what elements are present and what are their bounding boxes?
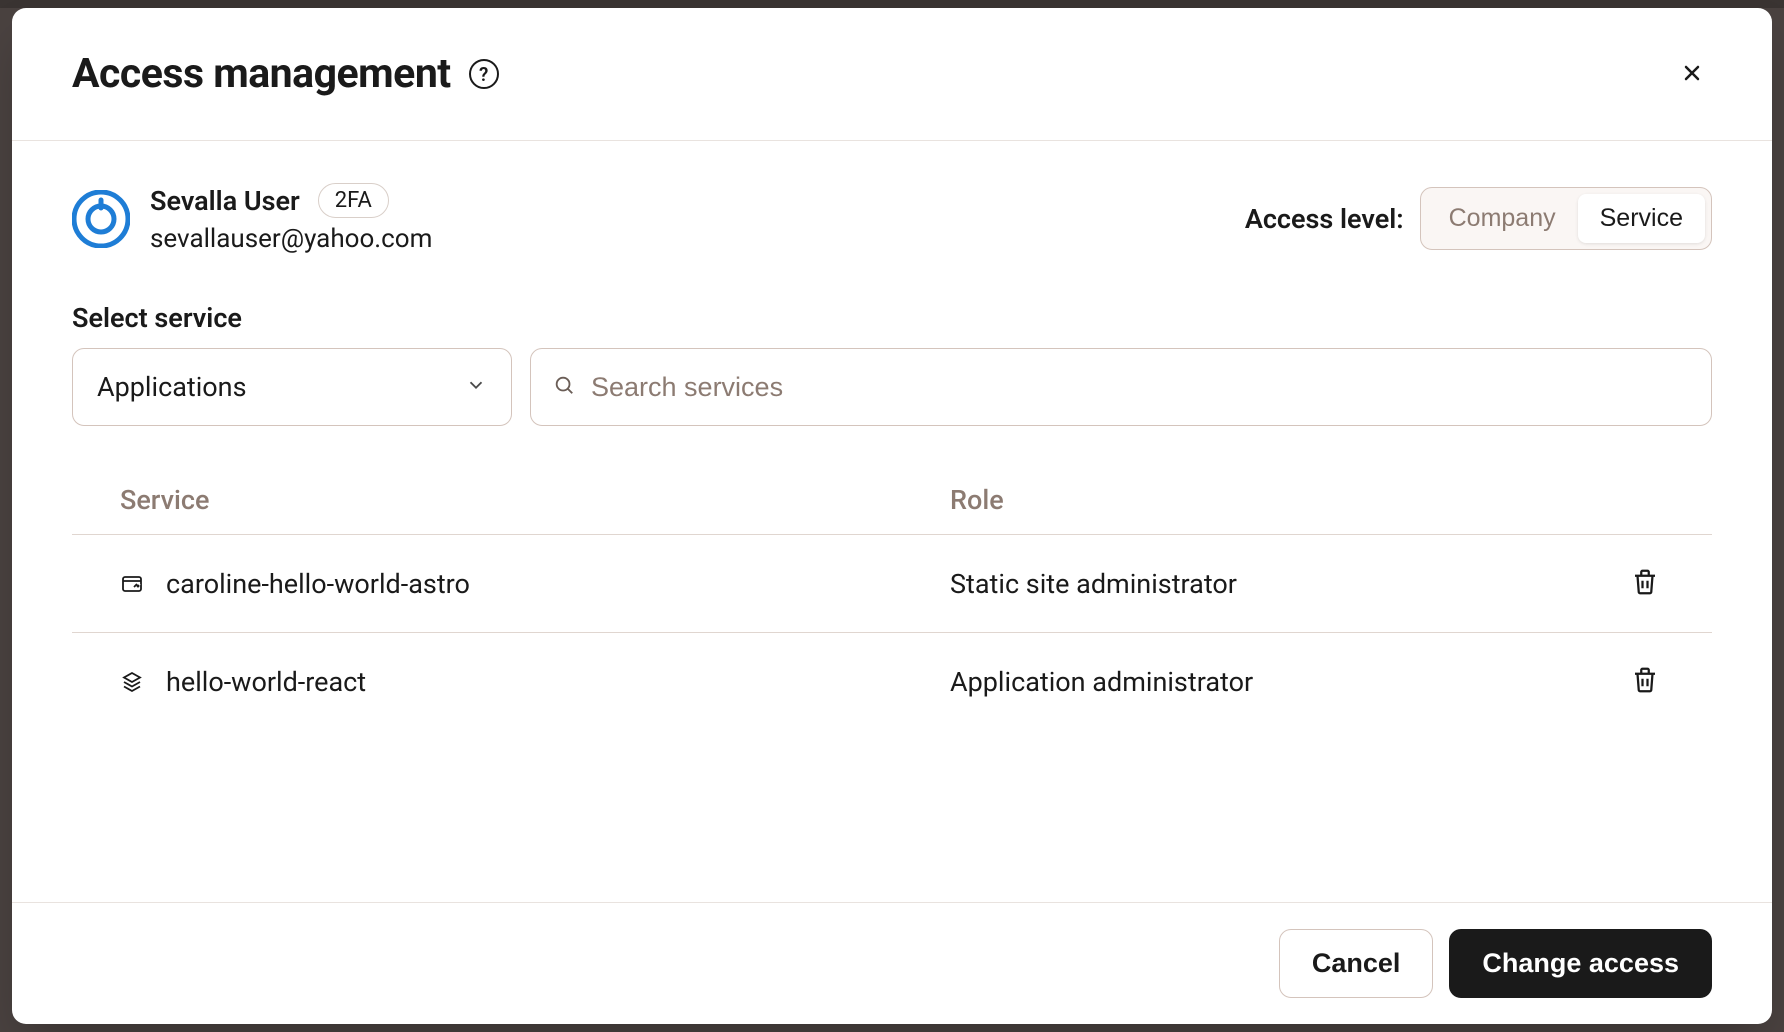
modal-footer: Cancel Change access	[12, 902, 1772, 1024]
service-name: hello-world-react	[166, 666, 366, 698]
search-container	[530, 348, 1712, 426]
dropdown-value: Applications	[97, 371, 247, 403]
role-text: Application administrator	[950, 666, 1253, 698]
th-service: Service	[120, 484, 950, 516]
user-email: sevallauser@yahoo.com	[150, 224, 432, 254]
chevron-down-icon	[465, 374, 487, 400]
badge-2fa: 2FA	[318, 183, 389, 218]
application-icon	[120, 670, 144, 694]
avatar	[72, 190, 130, 248]
cancel-button[interactable]: Cancel	[1279, 929, 1434, 998]
table-header: Service Role	[72, 466, 1712, 535]
role-text: Static site administrator	[950, 568, 1237, 600]
toggle-company[interactable]: Company	[1427, 194, 1578, 243]
search-input[interactable]	[591, 372, 1689, 403]
trash-icon	[1630, 683, 1660, 698]
modal-title: Access management	[72, 50, 451, 98]
modal-body: Sevalla User 2FA sevallauser@yahoo.com A…	[12, 141, 1772, 902]
th-role: Role	[950, 484, 1604, 516]
user-name: Sevalla User	[150, 185, 300, 217]
service-type-dropdown[interactable]: Applications	[72, 348, 512, 426]
table-row: caroline-hello-world-astro Static site a…	[72, 535, 1712, 633]
user-row: Sevalla User 2FA sevallauser@yahoo.com A…	[72, 183, 1712, 254]
toggle-service[interactable]: Service	[1578, 194, 1705, 243]
modal-header: Access management ?	[12, 8, 1772, 141]
help-icon[interactable]: ?	[469, 59, 499, 89]
service-name: caroline-hello-world-astro	[166, 568, 470, 600]
close-button[interactable]	[1672, 53, 1712, 96]
table-row: hello-world-react Application administra…	[72, 633, 1712, 730]
close-icon	[1680, 61, 1704, 88]
select-service-label: Select service	[72, 302, 1712, 334]
static-site-icon	[120, 572, 144, 596]
access-level-label: Access level:	[1245, 203, 1404, 235]
access-management-modal: Access management ? Sevall	[12, 8, 1772, 1024]
delete-button[interactable]	[1626, 563, 1664, 604]
delete-button[interactable]	[1626, 661, 1664, 702]
search-icon	[553, 374, 575, 400]
trash-icon	[1630, 585, 1660, 600]
access-level-toggle: Company Service	[1420, 187, 1712, 250]
services-table: Service Role caroline-hello-world-astro …	[72, 466, 1712, 730]
change-access-button[interactable]: Change access	[1449, 929, 1712, 998]
